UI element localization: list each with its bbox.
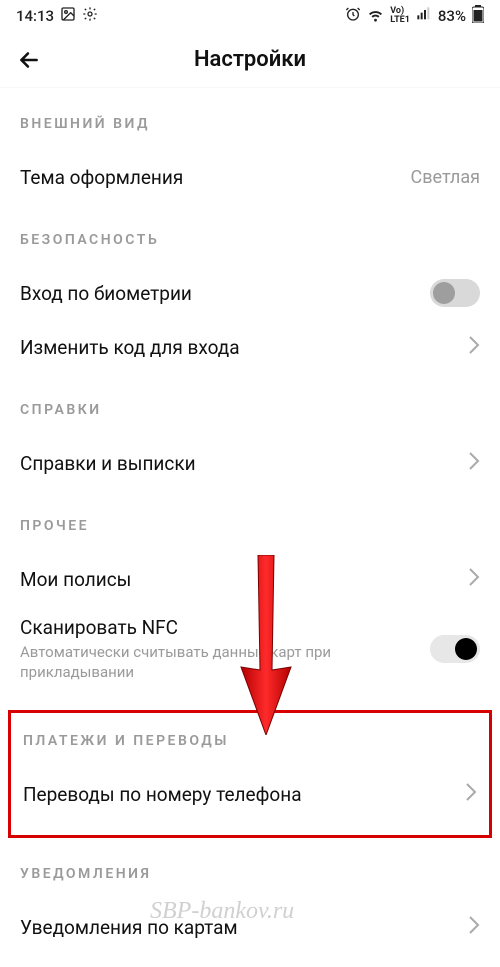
clock: 14:13 (16, 7, 54, 25)
chevron-right-icon (468, 335, 480, 359)
section-other: Прочее (20, 490, 480, 552)
section-security: Безопасность (20, 204, 480, 266)
row-nfc[interactable]: Сканировать NFC Автоматически считывать … (20, 606, 480, 692)
row-card-notifications[interactable]: Уведомления по картам (20, 900, 480, 954)
signal-icon (416, 6, 432, 26)
biometrics-toggle[interactable] (430, 279, 480, 307)
status-bar: 14:13 Vo)LTE1 83% (0, 0, 500, 32)
chevron-right-icon (465, 782, 477, 806)
chevron-right-icon (468, 915, 480, 939)
image-icon (60, 6, 76, 26)
settings-content: Внешний вид Тема оформления Светлая Безо… (0, 88, 500, 954)
biometrics-label: Вход по биометрии (20, 282, 192, 305)
chevron-right-icon (468, 567, 480, 591)
row-policies[interactable]: Мои полисы (20, 552, 480, 606)
section-appearance: Внешний вид (20, 88, 480, 150)
row-phone-transfers[interactable]: Переводы по номеру телефона (23, 767, 477, 821)
status-left: 14:13 (16, 6, 98, 26)
app-header: Настройки (0, 32, 500, 88)
row-biometrics[interactable]: Вход по биометрии (20, 266, 480, 320)
nfc-label: Сканировать NFC (20, 616, 380, 639)
back-button[interactable] (16, 46, 44, 74)
theme-label: Тема оформления (20, 166, 183, 189)
battery-icon (472, 5, 484, 27)
statements-label: Справки и выписки (20, 452, 196, 475)
volte-icon: Vo)LTE1 (390, 7, 410, 25)
phone-transfers-label: Переводы по номеру телефона (23, 783, 302, 806)
status-right: Vo)LTE1 83% (345, 5, 484, 27)
chevron-right-icon (468, 451, 480, 475)
arrow-left-icon (16, 47, 42, 73)
nfc-sub: Автоматически считывать данные карт при … (20, 643, 380, 682)
policies-label: Мои полисы (20, 568, 131, 591)
row-theme[interactable]: Тема оформления Светлая (20, 150, 480, 204)
section-reference: Справки (20, 374, 480, 436)
settings-chip-icon (82, 6, 98, 26)
theme-value: Светлая (411, 167, 480, 188)
alarm-icon (345, 6, 361, 26)
page-title: Настройки (194, 47, 306, 72)
section-notifications: Уведомления (20, 838, 480, 900)
row-change-code[interactable]: Изменить код для входа (20, 320, 480, 374)
row-statements[interactable]: Справки и выписки (20, 436, 480, 490)
highlighted-section: Платежи и переводы Переводы по номеру те… (8, 710, 492, 838)
change-code-label: Изменить код для входа (20, 336, 240, 359)
section-payments: Платежи и переводы (23, 713, 477, 767)
wifi-icon (367, 6, 384, 27)
card-notifications-label: Уведомления по картам (20, 916, 238, 939)
nfc-toggle[interactable] (430, 635, 480, 663)
battery-percent: 83% (438, 7, 466, 25)
